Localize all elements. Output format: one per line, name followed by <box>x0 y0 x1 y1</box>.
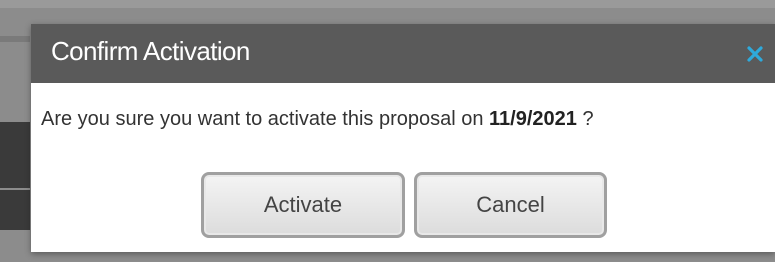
message-suffix: ? <box>576 108 594 130</box>
dialog-title: Confirm Activation <box>51 36 250 66</box>
activate-button[interactable]: Activate <box>201 172 405 238</box>
message-text: Are you sure you want to activate this p… <box>41 108 490 130</box>
activation-date: 11/9/2021 <box>489 108 577 130</box>
backdrop-header-strip <box>0 0 775 8</box>
dialog-message: Are you sure you want to activate this p… <box>41 108 594 131</box>
confirm-activation-dialog: Confirm Activation Are you sure you want… <box>31 24 775 252</box>
close-icon[interactable] <box>743 42 767 66</box>
backdrop-row <box>0 122 30 188</box>
backdrop-row <box>0 36 30 42</box>
backdrop-row <box>0 190 30 230</box>
dialog-header: Confirm Activation <box>31 24 775 83</box>
cancel-button[interactable]: Cancel <box>414 172 607 238</box>
